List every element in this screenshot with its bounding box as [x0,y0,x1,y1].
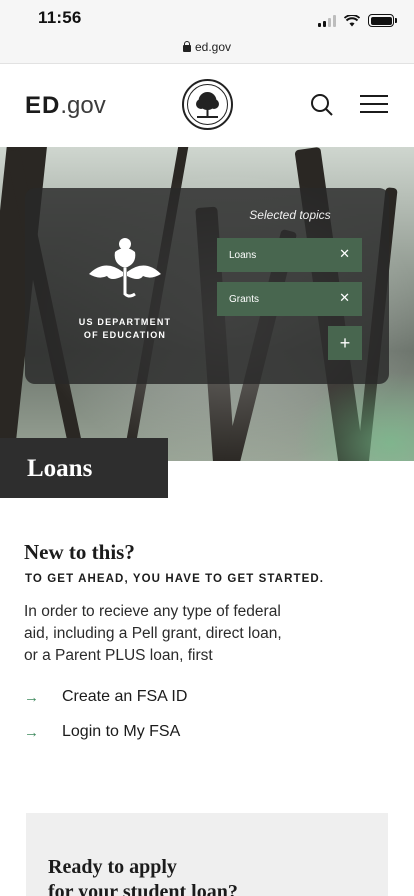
apply-card-title: Ready to apply for your student loan? [48,855,348,896]
department-of-education-seal-icon[interactable] [182,79,233,130]
arrow-right-icon: → [24,688,39,706]
link-label: Login to My FSA [62,723,181,740]
arrow-right-icon: → [24,723,39,741]
hamburger-menu-icon[interactable] [360,95,388,117]
intro-title: New to this? [24,540,135,564]
url-text: ed.gov [194,40,232,54]
close-icon[interactable]: ✕ [339,247,350,261]
battery-icon [368,14,397,27]
close-icon[interactable]: ✕ [339,291,350,305]
add-topic-button[interactable]: + [328,326,362,360]
create-fsa-id-link[interactable]: → Create an FSA ID [24,688,187,706]
apply-title-line2: for your student loan? [48,881,238,896]
apply-title-line1: Ready to apply [48,856,177,878]
topic-chip-grants[interactable]: Grants ✕ [217,282,362,316]
login-my-fsa-link[interactable]: → Login to My FSA [24,723,180,741]
logo-suffix: .gov [60,92,106,119]
department-name-line1: US DEPARTMENT [78,317,172,327]
selected-topics-label: Selected topics [249,208,331,222]
logo-main: ED [25,92,61,119]
department-name-line2: OF EDUCATION [83,330,167,340]
intro-body: In order to recieve any type of federal … [24,601,324,667]
topic-chip-label: Grants [229,293,260,305]
site-header: ED.gov [0,65,414,147]
status-time: 11:56 [38,8,82,27]
site-logo[interactable]: ED.gov [25,92,106,120]
intro-kicker: TO GET AHEAD, YOU HAVE TO GET STARTED. [25,573,325,585]
acorn-logo-icon [89,238,161,298]
page-title: Loans [0,438,168,498]
status-icons [318,14,397,27]
browser-status-bar: 11:56 ed.gov [0,0,414,64]
apply-card: Ready to apply for your student loan? [26,813,388,896]
intro-body-line3: or a Parent PLUS loan, first [24,647,213,664]
topic-chip-label: Loans [229,249,257,261]
topic-chip-loans[interactable]: Loans ✕ [217,238,362,272]
intro-body-line1: In order to recieve any type of federal [24,603,281,620]
address-bar[interactable]: ed.gov [0,40,414,54]
department-name: US DEPARTMENT OF EDUCATION [65,316,185,342]
hero-banner: US DEPARTMENT OF EDUCATION Selected topi… [0,147,414,461]
wifi-icon [344,14,360,26]
lock-icon [182,41,191,52]
cellular-signal-icon [318,14,336,27]
intro-body-line2: aid, including a Pell grant, direct loan… [24,625,282,642]
search-button[interactable] [308,91,336,119]
topic-panel: US DEPARTMENT OF EDUCATION Selected topi… [25,188,389,384]
search-icon [311,94,333,116]
link-label: Create an FSA ID [62,688,188,705]
